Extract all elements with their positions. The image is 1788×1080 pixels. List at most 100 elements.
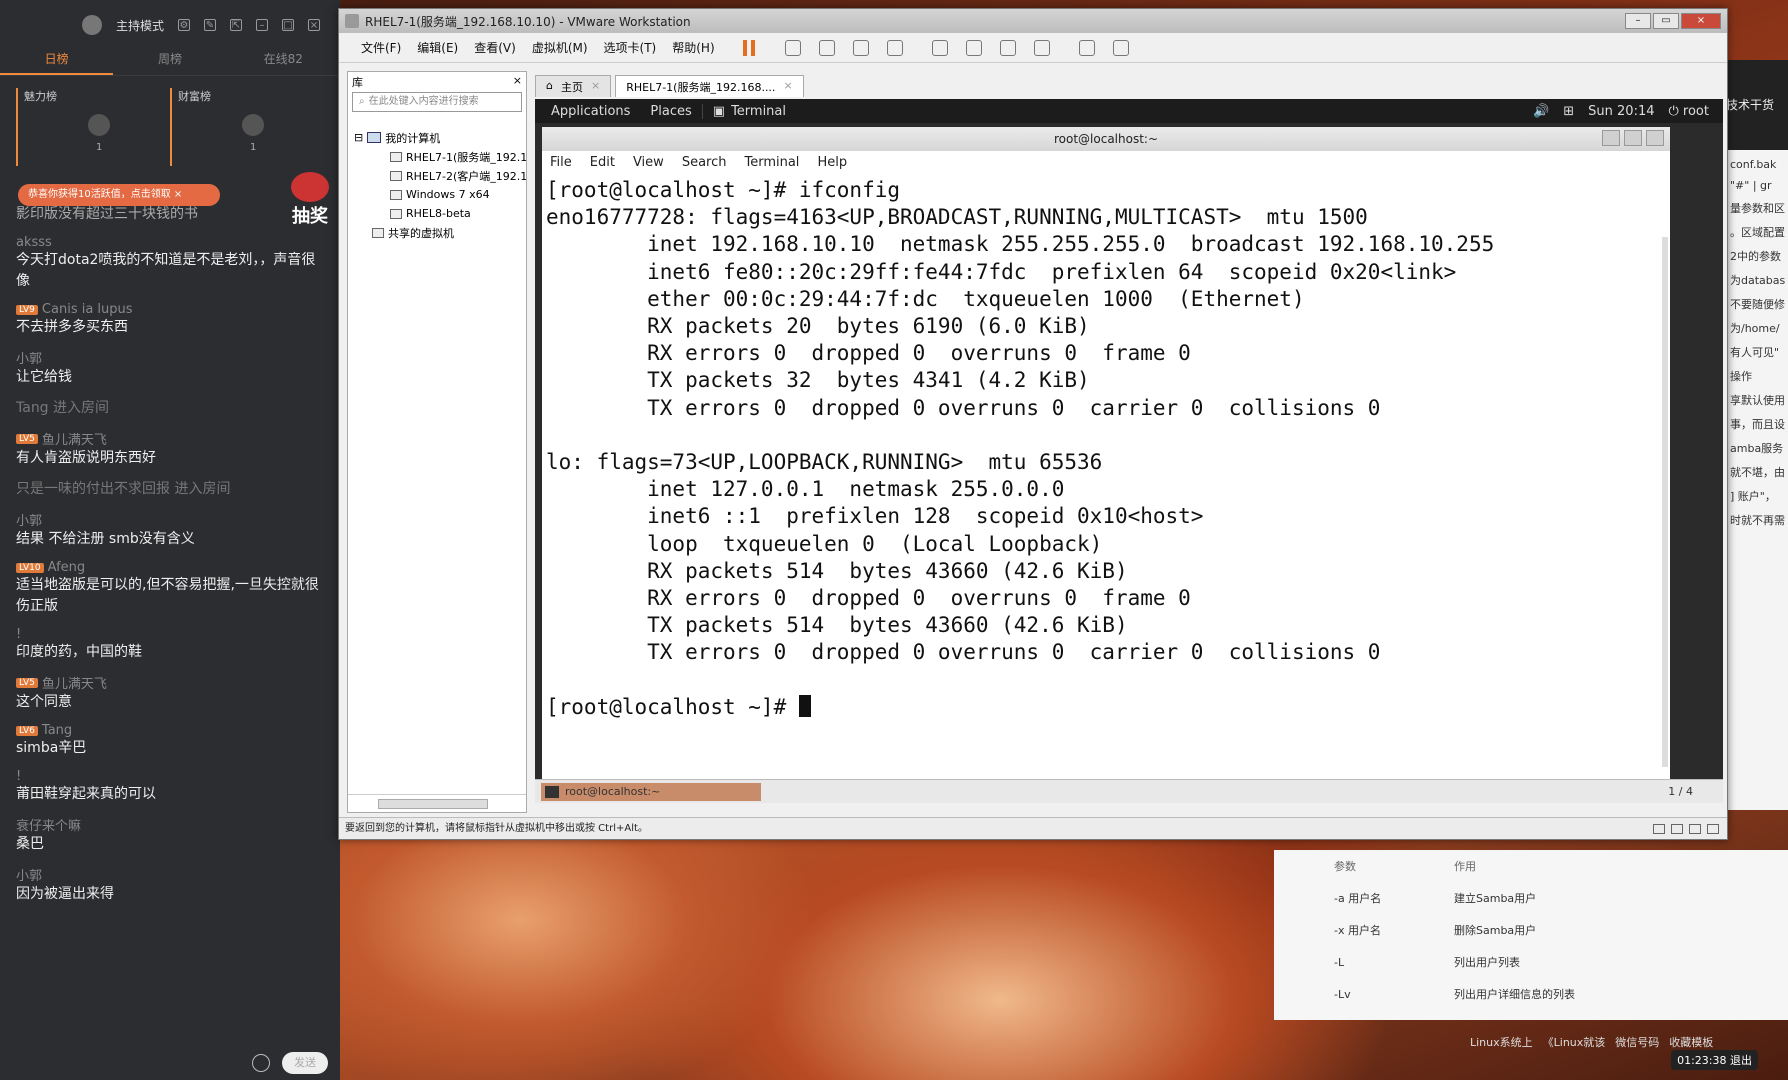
- chat-username[interactable]: 小郭: [16, 348, 326, 367]
- chat-username[interactable]: 衰仔来个嘛: [16, 815, 326, 834]
- guest-screen[interactable]: Applications Places ▣ Terminal 🔊 ⊞ Sun 20…: [535, 99, 1723, 803]
- console-icon[interactable]: [1078, 39, 1095, 56]
- doc-snippet: "#" | gr: [1730, 179, 1772, 192]
- close-icon[interactable]: ×: [513, 74, 522, 88]
- places-menu[interactable]: Places: [640, 104, 701, 119]
- doc-snippet: 量参数和区: [1730, 202, 1785, 215]
- workspace-indicator[interactable]: 1 / 4: [1668, 785, 1723, 798]
- edit-icon[interactable]: ✎: [204, 19, 216, 31]
- minimize-button[interactable]: [1602, 130, 1620, 146]
- menu-view[interactable]: 查看(V): [466, 39, 524, 56]
- menu-edit[interactable]: Edit: [590, 155, 615, 170]
- chat-username[interactable]: !: [16, 627, 326, 642]
- unity-icon[interactable]: [1033, 39, 1050, 56]
- vertical-scrollbar[interactable]: [1662, 237, 1668, 767]
- doc-snippet: 。区域配置: [1730, 226, 1785, 239]
- revert-snapshot-icon[interactable]: [852, 39, 869, 56]
- stretch-view-icon[interactable]: [1112, 39, 1129, 56]
- taskbar-item[interactable]: 收藏模板: [1669, 1034, 1713, 1050]
- terminal-output[interactable]: [root@localhost ~]# ifconfig eno16777728:…: [542, 173, 1670, 721]
- chat-username[interactable]: LV5 鱼儿满天飞: [16, 429, 326, 448]
- close-icon[interactable]: ×: [591, 79, 600, 94]
- taskbar-item[interactable]: Linux系统上: [1470, 1034, 1533, 1050]
- close-button[interactable]: ×: [1681, 13, 1721, 29]
- volume-icon[interactable]: 🔊: [1533, 104, 1549, 119]
- tree-shared-vms[interactable]: 共享的虚拟机: [354, 223, 526, 242]
- close-icon[interactable]: ×: [174, 189, 182, 200]
- wealth-board[interactable]: 财富榜 1: [170, 88, 324, 166]
- user-menu[interactable]: ⏻ root: [1669, 104, 1710, 119]
- horizontal-scrollbar[interactable]: [348, 794, 526, 812]
- menu-help[interactable]: 帮助(H): [664, 39, 722, 56]
- taskbar-terminal-item[interactable]: root@localhost:~: [541, 782, 761, 801]
- close-icon[interactable]: ×: [308, 19, 320, 31]
- charm-board[interactable]: 魅力榜 1: [16, 88, 170, 166]
- tab-vm[interactable]: RHEL7-1(服务端_192.168.... ×: [615, 75, 804, 97]
- chat-username[interactable]: LV5 鱼儿满天飞: [16, 673, 326, 692]
- lottery-button[interactable]: 抽奖: [290, 172, 330, 227]
- tab-home[interactable]: ⌂ 主页 ×: [535, 75, 612, 97]
- menu-vm[interactable]: 虚拟机(M): [524, 39, 596, 56]
- applications-menu[interactable]: Applications: [541, 104, 640, 119]
- emoji-icon[interactable]: [252, 1054, 270, 1072]
- maximize-button[interactable]: ▭: [1653, 13, 1679, 29]
- menu-file[interactable]: File: [550, 155, 572, 170]
- collapse-icon[interactable]: ⊟: [354, 131, 363, 144]
- tab-daily[interactable]: 日榜: [0, 50, 114, 75]
- chat-username[interactable]: LV9 Canis ia lupus: [16, 302, 326, 317]
- tree-vm-item[interactable]: RHEL8-beta: [354, 204, 526, 223]
- cdrom-icon[interactable]: [1671, 823, 1683, 834]
- network-icon[interactable]: ⊞: [1563, 104, 1574, 119]
- window-titlebar[interactable]: RHEL7-1(服务端_192.168.10.10) - VMware Work…: [339, 9, 1727, 33]
- share-icon[interactable]: ⇱: [230, 19, 242, 31]
- tree-my-computer[interactable]: ⊟ 我的计算机: [354, 128, 526, 147]
- reward-promo-button[interactable]: 恭喜你获得10活跃值，点击领取 ×: [18, 184, 220, 206]
- menu-file[interactable]: 文件(F): [353, 39, 409, 56]
- fullscreen-icon[interactable]: [999, 39, 1016, 56]
- taskbar-item[interactable]: 微信号码: [1615, 1034, 1659, 1050]
- menu-edit[interactable]: 编辑(E): [409, 39, 466, 56]
- snapshot-manager-icon[interactable]: [886, 39, 903, 56]
- hdd-icon[interactable]: [1653, 823, 1665, 834]
- taskbar-item[interactable]: 《Linux就该: [1543, 1034, 1606, 1050]
- library-view-icon[interactable]: [931, 39, 948, 56]
- snapshot-icon[interactable]: [818, 39, 835, 56]
- terminal-window[interactable]: root@localhost:~ File Edit View Search T…: [542, 127, 1670, 781]
- maximize-button[interactable]: [1624, 130, 1642, 146]
- usb-icon[interactable]: [1707, 823, 1719, 834]
- minimize-button[interactable]: –: [1625, 13, 1651, 29]
- close-button[interactable]: [1646, 130, 1664, 146]
- tab-online[interactable]: 在线82: [227, 50, 340, 75]
- menu-terminal[interactable]: Terminal: [744, 155, 799, 170]
- chat-username[interactable]: !: [16, 769, 326, 784]
- terminal-menu[interactable]: ▣ Terminal: [701, 103, 796, 119]
- tree-vm-item[interactable]: RHEL7-2(客户端_192.1: [354, 166, 526, 185]
- chat-username[interactable]: LV10 Afeng: [16, 560, 326, 575]
- thumbnail-view-icon[interactable]: [965, 39, 982, 56]
- network-adapter-icon[interactable]: [1689, 823, 1701, 834]
- settings-icon[interactable]: ⚙: [178, 19, 190, 31]
- terminal-titlebar[interactable]: root@localhost:~: [542, 127, 1670, 151]
- tab-weekly[interactable]: 周榜: [113, 50, 226, 75]
- send-button[interactable]: 发送: [282, 1052, 328, 1074]
- recording-timer: 01:23:38 退出: [1671, 1050, 1758, 1070]
- clock[interactable]: Sun 20:14: [1588, 104, 1654, 119]
- menu-search[interactable]: Search: [682, 155, 727, 170]
- menu-view[interactable]: View: [633, 155, 664, 170]
- close-icon[interactable]: ×: [783, 79, 792, 94]
- tree-vm-item[interactable]: Windows 7 x64: [354, 185, 526, 204]
- pause-icon[interactable]: [742, 39, 755, 56]
- chat-username[interactable]: LV6 Tang: [16, 723, 326, 738]
- chat-username[interactable]: 小郭: [16, 865, 326, 884]
- send-ctrl-alt-del-icon[interactable]: [784, 39, 801, 56]
- menu-help[interactable]: Help: [817, 155, 847, 170]
- minimize-icon[interactable]: –: [256, 19, 268, 31]
- menu-tabs[interactable]: 选项卡(T): [596, 39, 665, 56]
- chat-username[interactable]: aksss: [16, 235, 326, 250]
- tree-vm-item[interactable]: RHEL7-1(服务端_192.1: [354, 147, 526, 166]
- terminal-line: ether 00:0c:29:44:7f:dc txqueuelen 1000 …: [546, 286, 1305, 311]
- exit-button[interactable]: 退出: [1730, 1054, 1752, 1067]
- maximize-icon[interactable]: □: [282, 19, 294, 31]
- library-search-input[interactable]: ⌕ 在此处键入内容进行搜索: [352, 92, 522, 112]
- chat-username[interactable]: 小郭: [16, 510, 326, 529]
